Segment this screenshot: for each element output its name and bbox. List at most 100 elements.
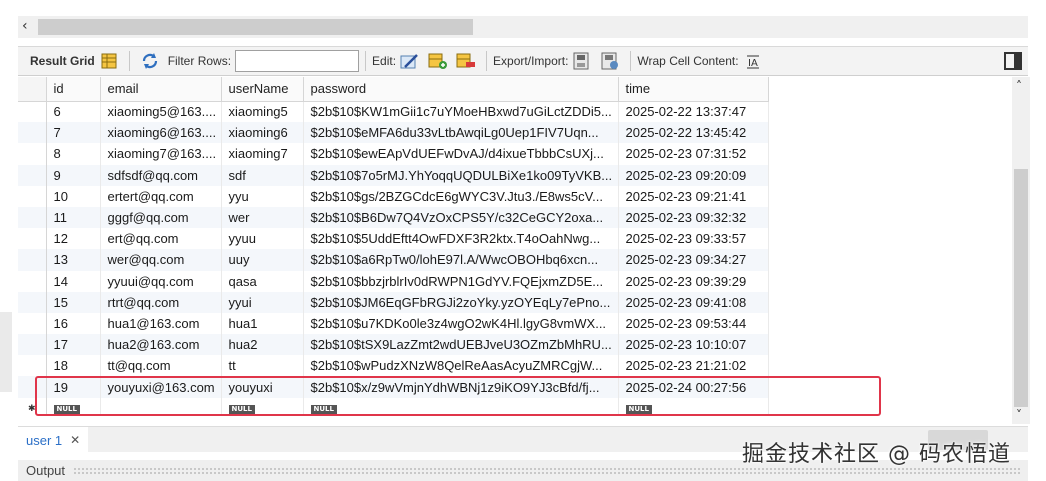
table-cell[interactable]: ertert@qq.com (100, 185, 222, 207)
column-header-time[interactable]: time (618, 77, 769, 102)
table-cell[interactable]: 16 (46, 312, 101, 335)
table-cell[interactable]: 7 (46, 122, 101, 144)
toggle-side-panel-icon[interactable] (1004, 52, 1022, 70)
table-cell[interactable]: 2025-02-23 09:39:29 (618, 270, 769, 292)
table-cell[interactable]: $2b$10$gs/2BZGCdcE6gWYC3V.Jtu3./E8ws5cV.… (303, 185, 619, 207)
table-row[interactable]: 19 youyuxi@163.com youyuxi $2b$10$x/z9wVmjn… (18, 376, 769, 398)
table-cell[interactable]: 15 (46, 291, 101, 313)
vertical-scroll-thumb[interactable] (1014, 169, 1028, 407)
table-cell[interactable]: tt (221, 355, 304, 377)
table-row[interactable]: 17 hua2@163.com hua2 $2b$10$tSX9LazZmt2wdUE… (18, 334, 769, 356)
tab-user-1[interactable]: user 1 ✕ (18, 427, 89, 453)
vertical-scrollbar[interactable]: ˄ ˅ (1012, 77, 1030, 424)
insert-row-icon[interactable] (428, 51, 448, 71)
column-header-email[interactable]: email (100, 77, 222, 102)
delete-row-icon[interactable] (456, 51, 476, 71)
table-cell[interactable]: 9 (46, 164, 101, 186)
new-row-cell[interactable] (100, 397, 222, 416)
result-grid-label[interactable]: Result Grid (30, 54, 95, 68)
table-row[interactable]: 15 rtrt@qq.com yyui $2b$10$JM6EqGFbRGJi2zoY… (18, 291, 769, 313)
table-cell[interactable]: 12 (46, 228, 101, 250)
table-cell[interactable]: $2b$10$eMFA6du33vLtbAwqiLg0Uep1FIV7Uqn..… (303, 122, 619, 144)
table-cell[interactable]: 2025-02-22 13:37:47 (618, 101, 769, 123)
row-header[interactable] (18, 101, 47, 123)
row-header[interactable] (18, 270, 47, 292)
table-cell[interactable]: sdf (221, 164, 304, 186)
close-tab-icon[interactable]: ✕ (70, 433, 80, 447)
table-cell[interactable]: $2b$10$a6RpTw0/lohE97l.A/WwcOBOHbq6xcn..… (303, 249, 619, 271)
table-cell[interactable]: youyuxi (221, 376, 304, 398)
row-header[interactable] (18, 122, 47, 144)
row-header[interactable] (18, 376, 47, 398)
row-header[interactable] (18, 228, 47, 250)
filter-rows-input[interactable] (235, 50, 360, 72)
row-header[interactable] (18, 291, 47, 313)
table-cell[interactable]: yyuu (221, 228, 304, 250)
row-header[interactable] (18, 249, 47, 271)
table-cell[interactable]: 2025-02-23 09:33:57 (618, 228, 769, 250)
table-cell[interactable]: $2b$10$tSX9LazZmt2wdUEBJveU3OZmZbMhRU... (303, 334, 619, 356)
new-row-cell[interactable]: NULL (221, 397, 304, 416)
table-cell[interactable]: $2b$10$x/z9wVmjnYdhWBNj1z9iKO9YJ3cBfd/fj… (303, 376, 619, 398)
table-cell[interactable]: tt@qq.com (100, 355, 222, 377)
table-row[interactable]: 11 gggf@qq.com wer $2b$10$B6Dw7Q4VzOxCPS5Y/… (18, 206, 769, 229)
column-header-id[interactable]: id (46, 77, 101, 102)
table-cell[interactable]: hua2@163.com (100, 334, 222, 356)
new-row[interactable]: ✱ NULL NULL NULL NULL (18, 397, 769, 416)
import-icon[interactable] (600, 51, 620, 71)
table-cell[interactable]: $2b$10$7o5rMJ.YhYoqqUQDULBiXe1ko09TyVKB.… (303, 164, 619, 186)
table-cell[interactable]: $2b$10$u7KDKo0le3z4wgO2wK4Hl.lgyG8vmWX..… (303, 312, 619, 335)
table-row[interactable]: 12 ert@qq.com yyuu $2b$10$5UddEftt4OwFDXF3R… (18, 228, 769, 250)
table-cell[interactable]: 2025-02-23 09:41:08 (618, 291, 769, 313)
table-cell[interactable]: 2025-02-23 09:32:32 (618, 206, 769, 229)
table-row[interactable]: 13 wer@qq.com uuy $2b$10$a6RpTw0/lohE97l.A/… (18, 249, 769, 271)
table-cell[interactable]: 2025-02-23 09:34:27 (618, 249, 769, 271)
table-cell[interactable]: 17 (46, 334, 101, 356)
table-cell[interactable]: xiaoming5 (221, 101, 304, 123)
table-cell[interactable]: 6 (46, 101, 101, 123)
table-row[interactable]: 7 xiaoming6@163.... xiaoming6 $2b$10$eMFA6d… (18, 122, 769, 144)
table-cell[interactable]: yyuui@qq.com (100, 270, 222, 292)
table-cell[interactable]: 2025-02-23 21:21:02 (618, 355, 769, 377)
table-cell[interactable]: 8 (46, 143, 101, 165)
table-row[interactable]: 9 sdfsdf@qq.com sdf $2b$10$7o5rMJ.YhYoqqUQD… (18, 164, 769, 186)
scroll-down-icon[interactable]: ˅ (1016, 408, 1022, 422)
table-cell[interactable]: 19 (46, 376, 101, 398)
row-header[interactable] (18, 206, 47, 229)
table-row[interactable]: 10 ertert@qq.com yyu $2b$10$gs/2BZGCdcE6gWY… (18, 185, 769, 207)
horizontal-scroll-thumb[interactable] (38, 19, 473, 35)
table-cell[interactable]: qasa (221, 270, 304, 292)
table-row[interactable]: 8 xiaoming7@163.... xiaoming7 $2b$10$ewEApV… (18, 143, 769, 165)
row-header[interactable] (18, 164, 47, 186)
table-cell[interactable]: wer@qq.com (100, 249, 222, 271)
table-cell[interactable]: $2b$10$ewEApVdUEFwDvAJ/d4ixueTbbbCsUXj..… (303, 143, 619, 165)
row-header[interactable] (18, 334, 47, 356)
table-cell[interactable]: 11 (46, 206, 101, 229)
refresh-icon[interactable] (140, 51, 160, 71)
table-cell[interactable]: 2025-02-23 09:53:44 (618, 312, 769, 335)
wrap-text-icon[interactable]: IA (743, 51, 763, 71)
table-row[interactable]: 18 tt@qq.com tt $2b$10$wPudzXNzW8QelReAasAc… (18, 355, 769, 377)
scroll-up-icon[interactable]: ˄ (1016, 79, 1022, 93)
new-row-cell[interactable]: NULL (46, 397, 101, 416)
table-row[interactable]: 6 xiaoming5@163.... xiaoming5 $2b$10$KW1mGi… (18, 101, 769, 123)
table-cell[interactable]: $2b$10$JM6EqGFbRGJi2zoYky.yzOYEqLy7ePno.… (303, 291, 619, 313)
table-cell[interactable]: sdfsdf@qq.com (100, 164, 222, 186)
scroll-left-icon[interactable]: ‹ (22, 18, 28, 34)
table-cell[interactable]: 13 (46, 249, 101, 271)
table-cell[interactable]: yyu (221, 185, 304, 207)
table-cell[interactable]: $2b$10$B6Dw7Q4VzOxCPS5Y/c32CeGCY2oxa... (303, 206, 619, 229)
table-cell[interactable]: xiaoming7 (221, 143, 304, 165)
table-cell[interactable]: uuy (221, 249, 304, 271)
table-cell[interactable]: $2b$10$5UddEftt4OwFDXF3R2ktx.T4oOahNwg..… (303, 228, 619, 250)
table-cell[interactable]: rtrt@qq.com (100, 291, 222, 313)
table-cell[interactable]: yyui (221, 291, 304, 313)
table-cell[interactable]: xiaoming6 (221, 122, 304, 144)
horizontal-scrollbar[interactable]: ‹ (18, 16, 1028, 38)
output-label[interactable]: Output (18, 463, 65, 478)
table-cell[interactable]: 10 (46, 185, 101, 207)
table-cell[interactable]: hua1 (221, 312, 304, 335)
table-cell[interactable]: $2b$10$bbzjrblrIv0dRWPN1GdYV.FQEjxmZD5E.… (303, 270, 619, 292)
row-header[interactable] (18, 143, 47, 165)
new-row-cell[interactable]: NULL (303, 397, 619, 416)
